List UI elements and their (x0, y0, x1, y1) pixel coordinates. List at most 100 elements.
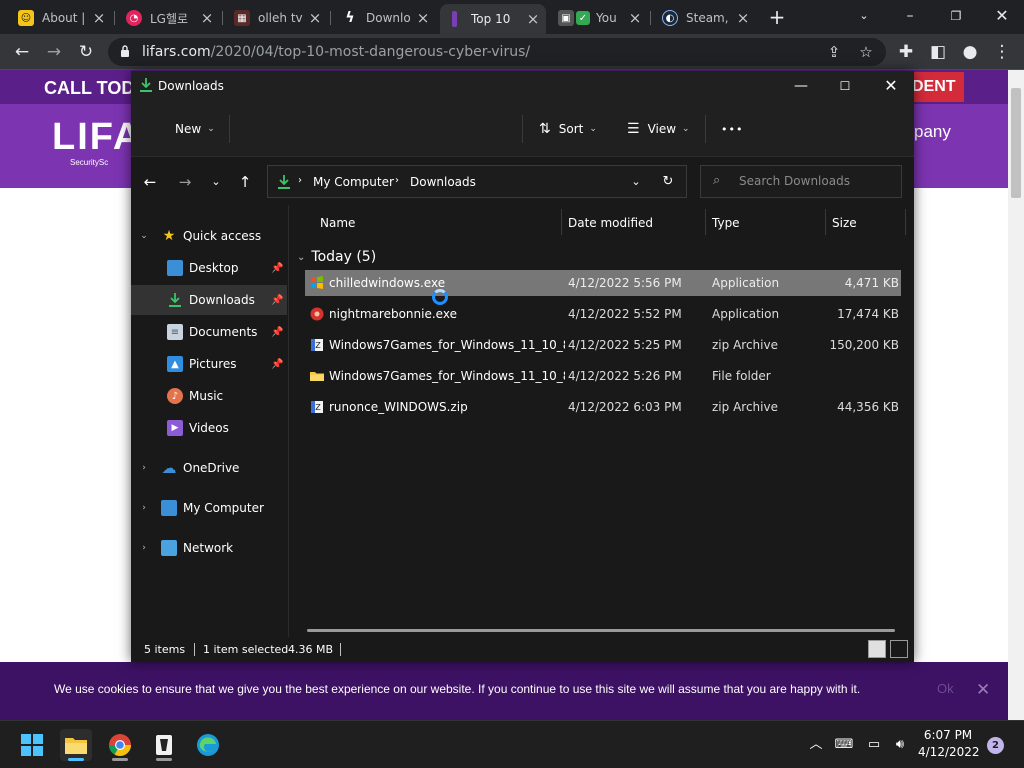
search-input[interactable] (739, 174, 889, 188)
breadcrumb-downloads[interactable]: Downloads (410, 175, 476, 189)
minimize-icon[interactable]: – (898, 4, 922, 28)
extensions-puzzle-icon[interactable]: ✚ (894, 40, 918, 64)
tab-steam[interactable]: ◐ Steam, × (652, 4, 756, 32)
restore-icon[interactable]: ❐ (944, 4, 968, 28)
column-divider[interactable] (905, 209, 906, 235)
maximize-icon[interactable]: ☐ (833, 75, 857, 97)
pin-icon[interactable]: 📌 (271, 263, 283, 274)
sort-button[interactable]: ⇅ Sort ⌄ (539, 119, 597, 139)
taskbar-chrome[interactable] (104, 729, 136, 761)
show-hidden-icons-icon[interactable]: ︿ (806, 735, 826, 755)
loading-spinner-icon (432, 289, 448, 305)
nav-item-onedrive[interactable]: › ☁ OneDrive (131, 453, 287, 483)
column-divider[interactable] (825, 209, 826, 235)
nav-item-network[interactable]: › Network (131, 533, 287, 563)
column-divider[interactable] (705, 209, 706, 235)
column-header-date[interactable]: Date modified (568, 216, 653, 230)
tab-olleh[interactable]: ▦ olleh tv × (224, 4, 328, 32)
bookmark-star-icon[interactable]: ☆ (856, 42, 876, 62)
details-view-icon[interactable] (868, 640, 886, 658)
recent-locations-icon[interactable]: ⌄ (205, 171, 227, 193)
group-header-today[interactable]: ⌄ Today (5) (297, 246, 376, 268)
back-arrow-icon[interactable]: ← (139, 171, 161, 193)
cookie-ok-button[interactable]: Ok (937, 681, 954, 696)
back-icon[interactable]: ← (10, 40, 34, 64)
horizontal-scrollbar[interactable] (307, 629, 895, 632)
tab-top10-active[interactable]: Top 10 × (440, 4, 546, 34)
menu-dots-icon[interactable]: ⋮ (990, 40, 1014, 64)
taskbar-clock[interactable]: 6:07 PM 4/12/2022 (918, 727, 980, 761)
column-header-size[interactable]: Size (832, 216, 857, 230)
pin-icon[interactable]: 📌 (271, 327, 283, 338)
file-type: File folder (712, 369, 771, 383)
search-box[interactable]: ⌕ (700, 165, 902, 198)
forward-icon[interactable]: → (42, 40, 66, 64)
column-header-name[interactable]: Name (320, 216, 355, 230)
column-divider[interactable] (561, 209, 562, 235)
tab-download[interactable]: ϟ Downlo × (332, 4, 436, 32)
file-row[interactable]: Z Windows7Games_for_Windows_11_10_8.... … (305, 332, 901, 358)
tab-about[interactable]: ☺ About | × (8, 4, 112, 32)
nav-item-music[interactable]: ♪ Music (131, 381, 287, 411)
close-icon[interactable]: × (308, 9, 322, 27)
explorer-address-bar[interactable]: › My Computer › Downloads ⌄ ↻ (267, 165, 687, 198)
page-scrollbar[interactable] (1008, 70, 1024, 720)
close-window-icon[interactable]: ✕ (990, 4, 1014, 28)
close-icon[interactable]: ✕ (879, 75, 903, 97)
nav-item-quick-access[interactable]: ⌄ ★ Quick access (131, 221, 287, 251)
close-icon[interactable]: × (416, 9, 430, 27)
keyboard-icon[interactable]: ⌨ (834, 735, 854, 755)
close-icon[interactable]: × (200, 9, 214, 27)
nav-item-documents[interactable]: ≡ Documents 📌 (131, 317, 287, 347)
volume-icon[interactable]: 🔊︎ (890, 735, 910, 755)
tab-youtube[interactable]: ▣ ✓ You × (548, 4, 648, 32)
refresh-icon[interactable]: ↻ (658, 172, 678, 192)
reload-icon[interactable]: ↻ (74, 40, 98, 64)
taskbar-file-explorer[interactable] (60, 729, 92, 761)
new-tab-button[interactable]: + (766, 6, 788, 28)
share-icon[interactable]: ⇪ (824, 42, 844, 62)
close-icon[interactable]: × (736, 9, 750, 27)
tab-lg-hello[interactable]: ◔ LG헬로 × (116, 4, 220, 32)
breadcrumb-my-computer[interactable]: My Computer (313, 175, 394, 189)
address-bar[interactable]: lifars.com/2020/04/top-10-most-dangerous… (108, 38, 886, 66)
side-panel-icon[interactable]: ◧ (926, 40, 950, 64)
more-options-button[interactable]: ••• (721, 119, 743, 139)
profile-avatar-icon[interactable]: ● (958, 40, 982, 64)
start-button[interactable] (16, 729, 48, 761)
address-dropdown-icon[interactable]: ⌄ (626, 172, 646, 192)
site-logo[interactable]: LIFA (52, 116, 142, 159)
cookie-close-button[interactable]: ✕ (976, 680, 990, 700)
close-icon[interactable]: × (628, 9, 642, 27)
file-row[interactable]: Windows7Games_for_Windows_11_10_8 4/12/2… (305, 363, 901, 389)
nav-item-videos[interactable]: ▶ Videos (131, 413, 287, 443)
documents-icon: ≡ (167, 324, 183, 340)
nav-item-desktop[interactable]: Desktop 📌 (131, 253, 287, 283)
large-icons-view-icon[interactable] (890, 640, 908, 658)
new-button[interactable]: New ⌄ (175, 119, 215, 139)
tab-search-icon[interactable]: ⌄ (852, 4, 876, 28)
file-row[interactable]: nightmarebonnie.exe 4/12/2022 5:52 PM Ap… (305, 301, 901, 327)
view-button[interactable]: ☰ View ⌄ (627, 119, 690, 139)
nav-item-pictures[interactable]: ▲ Pictures 📌 (131, 349, 287, 379)
pin-icon[interactable]: 📌 (271, 359, 283, 370)
column-header-type[interactable]: Type (712, 216, 740, 230)
forward-arrow-icon[interactable]: → (174, 171, 196, 193)
display-icon[interactable]: ▭ (864, 735, 884, 755)
up-arrow-icon[interactable]: ↑ (234, 171, 256, 193)
taskbar-edge[interactable] (192, 729, 224, 761)
nav-item-downloads[interactable]: Downloads 📌 (131, 285, 287, 315)
notification-badge[interactable]: 2 (987, 737, 1004, 754)
close-icon[interactable]: × (92, 9, 106, 27)
pin-icon[interactable]: 📌 (271, 295, 283, 306)
desktop-icon (167, 260, 183, 276)
file-row[interactable]: chilledwindows.exe 4/12/2022 5:56 PM App… (305, 270, 901, 296)
nav-item-my-computer[interactable]: › My Computer (131, 493, 287, 523)
taskbar-app[interactable] (148, 729, 180, 761)
close-icon[interactable]: × (526, 10, 540, 28)
minimize-icon[interactable]: — (789, 75, 813, 97)
file-row[interactable]: Z runonce_WINDOWS.zip 4/12/2022 6:03 PM … (305, 394, 901, 420)
navigation-bar: ← → ⌄ ↑ › My Computer › Downloads ⌄ ↻ ⌕ (131, 157, 914, 205)
page-scrollbar-thumb[interactable] (1011, 88, 1021, 198)
explorer-title-bar[interactable]: Downloads — ☐ ✕ (131, 71, 914, 101)
